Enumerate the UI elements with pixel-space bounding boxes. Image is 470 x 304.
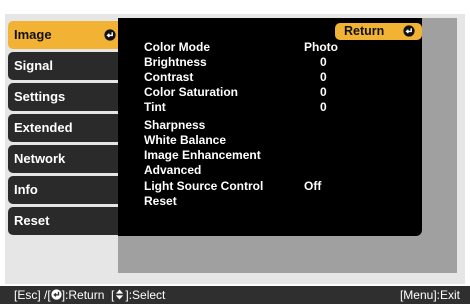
sidebar-item-info[interactable]: Info bbox=[8, 176, 124, 204]
sidebar-item-signal[interactable]: Signal bbox=[8, 52, 124, 80]
key-guide-bar: [Esc] /[ ]:Return [ ]:Select [Menu]:Exit bbox=[0, 286, 470, 304]
menu-item-label: Light Source Control bbox=[144, 179, 264, 193]
menu-item-label: Color Mode bbox=[144, 40, 210, 54]
enter-icon bbox=[51, 289, 62, 300]
sidebar-item-label: Info bbox=[14, 182, 38, 197]
menu-item-label: Color Saturation bbox=[144, 85, 239, 99]
menu-item-sharpness[interactable]: Sharpness bbox=[144, 118, 414, 132]
menu-item-tint[interactable]: Tint 0 bbox=[144, 100, 414, 114]
key-guide-left: [Esc] /[ ]:Return [ ]:Select bbox=[14, 286, 165, 304]
menu-item-value: 0 bbox=[320, 100, 327, 114]
menu-item-white-balance[interactable]: White Balance bbox=[144, 133, 414, 147]
menu-list: Return Color Mode Photo Brightness 0 Con… bbox=[118, 18, 422, 236]
sidebar-item-label: Reset bbox=[14, 213, 50, 228]
sidebar-item-extended[interactable]: Extended bbox=[8, 114, 124, 142]
menu-item-label: Advanced bbox=[144, 163, 202, 177]
sidebar-item-label: Extended bbox=[14, 120, 73, 135]
menu-item-label: White Balance bbox=[144, 133, 227, 147]
menu-item-label: Reset bbox=[144, 194, 177, 208]
sidebar-item-label: Image bbox=[14, 27, 52, 42]
menu-item-value: Off bbox=[304, 179, 322, 193]
up-down-arrow-icon bbox=[116, 289, 124, 300]
menu-item-brightness[interactable]: Brightness 0 bbox=[144, 55, 414, 69]
sidebar-item-reset[interactable]: Reset bbox=[8, 207, 124, 235]
sidebar-item-label: Settings bbox=[14, 89, 66, 104]
menu-item-label: Brightness bbox=[144, 55, 207, 69]
menu-item-label: Sharpness bbox=[144, 118, 206, 132]
menu-item-contrast[interactable]: Contrast 0 bbox=[144, 70, 414, 84]
menu-exit-hint: [Menu]:Exit bbox=[399, 288, 460, 302]
enter-icon bbox=[403, 25, 415, 37]
esc-hint: [Esc] /[ bbox=[14, 288, 51, 302]
sidebar-item-label: Signal bbox=[14, 58, 54, 73]
menu-item-label: Tint bbox=[144, 100, 166, 114]
menu-item-value: 0 bbox=[320, 55, 327, 69]
menu-item-value: 0 bbox=[320, 70, 327, 84]
return-hint: ]:Return [ bbox=[61, 288, 115, 302]
menu-item-label: Contrast bbox=[144, 70, 194, 84]
select-hint: ]:Select bbox=[125, 288, 166, 302]
menu-item-light-source-control[interactable]: Light Source Control Off bbox=[144, 179, 414, 193]
sidebar-item-network[interactable]: Network bbox=[8, 145, 124, 173]
sidebar-item-settings[interactable]: Settings bbox=[8, 83, 124, 111]
menu-item-color-mode[interactable]: Color Mode Photo bbox=[144, 40, 414, 54]
sidebar-item-label: Network bbox=[14, 151, 66, 166]
menu-item-value: Photo bbox=[304, 40, 338, 54]
menu-item-advanced[interactable]: Advanced bbox=[144, 163, 414, 177]
sidebar-item-image[interactable]: Image bbox=[8, 21, 124, 49]
settings-panel: Return Color Mode Photo Brightness 0 Con… bbox=[118, 18, 457, 273]
menu-item-reset[interactable]: Reset bbox=[144, 194, 414, 208]
return-button[interactable]: Return bbox=[335, 23, 422, 40]
menu-item-image-enhancement[interactable]: Image Enhancement bbox=[144, 148, 414, 162]
return-label: Return bbox=[344, 24, 385, 38]
enter-icon bbox=[104, 29, 116, 41]
menu-item-label: Image Enhancement bbox=[144, 148, 261, 162]
menu-item-value: 0 bbox=[320, 85, 327, 99]
menu-item-color-saturation[interactable]: Color Saturation 0 bbox=[144, 85, 414, 99]
